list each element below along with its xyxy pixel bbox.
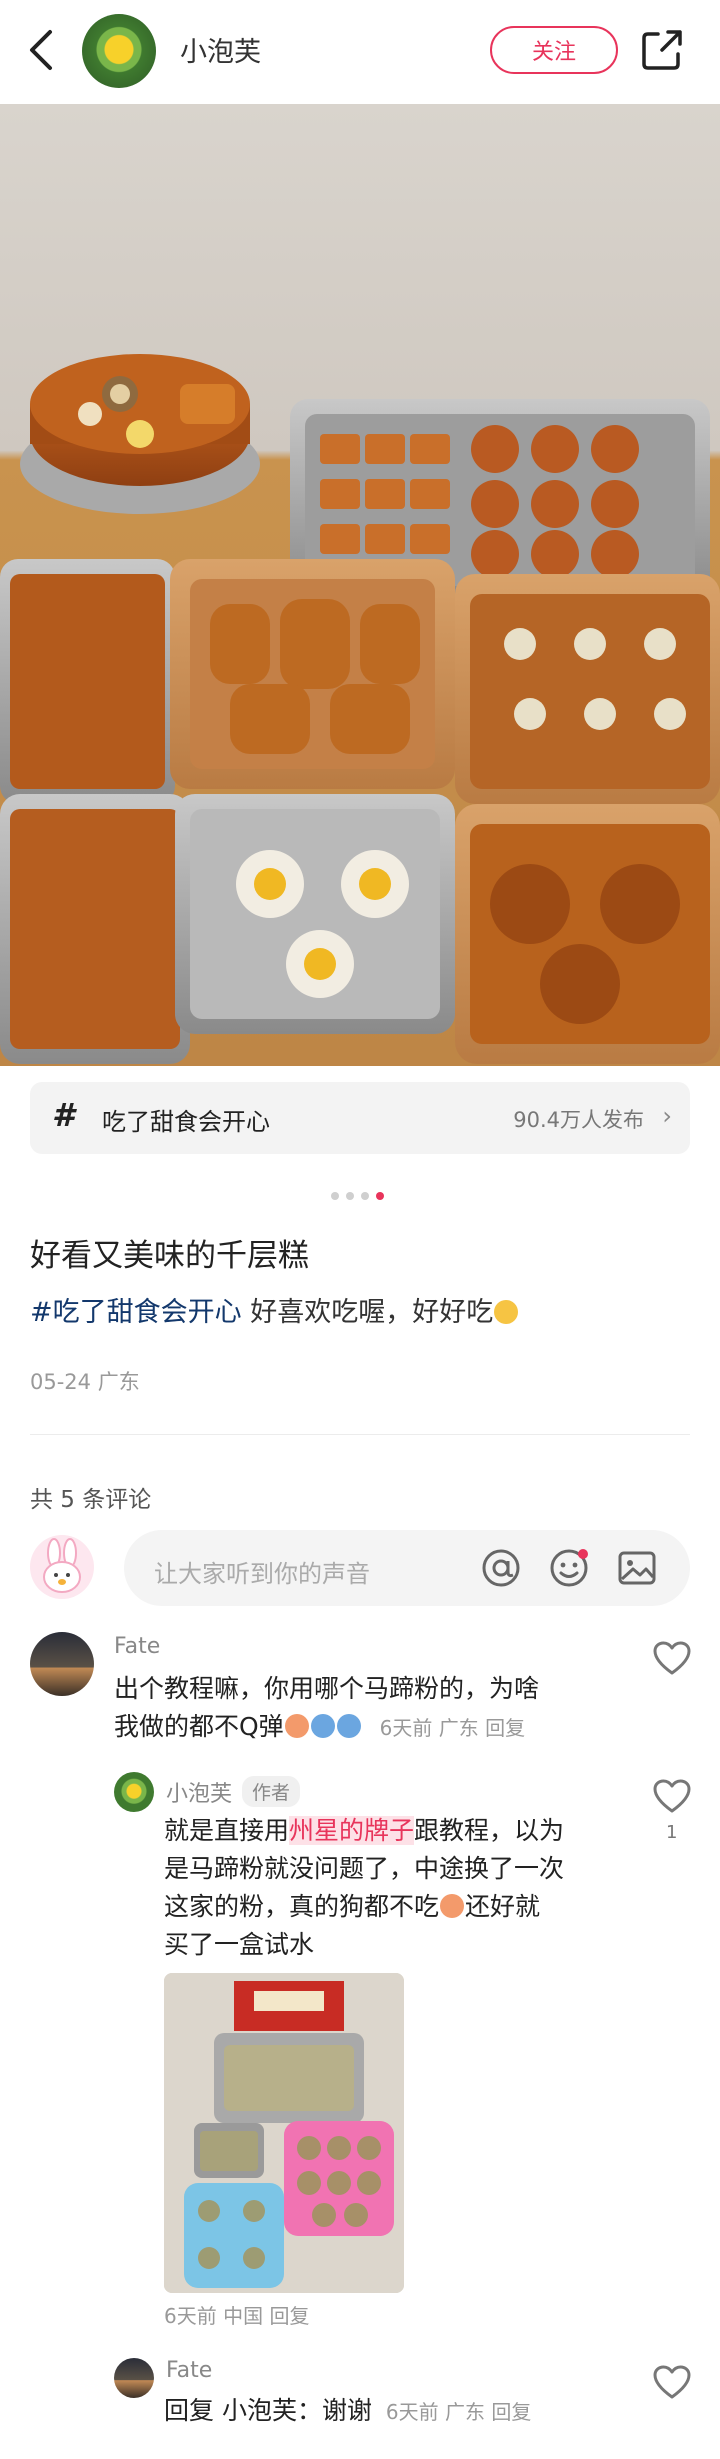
carousel-dot bbox=[346, 1192, 354, 1200]
reply-line-2: 是马蹄粉就没问题了，中途换了一次 bbox=[164, 1854, 565, 1883]
post-body-text: 好喜欢吃喔，好好吃 bbox=[241, 1297, 494, 1328]
reply-author-name[interactable]: 小泡芙 bbox=[166, 1782, 232, 1807]
chevron-right-icon: › bbox=[662, 1102, 672, 1130]
comment-line: 出个教程嘛，你用哪个马蹄粉的，为啥 bbox=[114, 1674, 540, 1703]
back-icon[interactable] bbox=[22, 28, 62, 72]
reply-text-segment: 跟教程，以为 bbox=[414, 1816, 565, 1845]
carousel-indicator bbox=[331, 1192, 384, 1200]
follow-button[interactable]: 关注 bbox=[490, 26, 618, 74]
topic-bar[interactable]: # 吃了甜食会开心 90.4万人发布 › bbox=[30, 1082, 690, 1154]
drooling-face-emoji bbox=[494, 1300, 519, 1324]
like-heart-icon[interactable] bbox=[652, 2364, 692, 2400]
desserts-photo-illustration bbox=[0, 354, 720, 1064]
crying-face-emoji bbox=[284, 1714, 309, 1738]
comment-line-text: 我做的都不Q弹 bbox=[114, 1712, 284, 1741]
topic-count: 90.4万人发布 bbox=[513, 1108, 644, 1132]
reply-text-segment: 还好就 bbox=[465, 1892, 541, 1921]
at-mention-icon[interactable] bbox=[480, 1547, 522, 1589]
reply-line-3: 这家的粉，真的狗都不吃 还好就 bbox=[164, 1888, 564, 1926]
comment-input-placeholder: 让大家听到你的声音 bbox=[154, 1560, 370, 1588]
post-photo[interactable] bbox=[0, 104, 720, 1066]
post-hashtag-link[interactable]: #吃了甜食会开心 bbox=[30, 1297, 242, 1328]
reply2-meta[interactable]: 6天前 广东 回复 bbox=[386, 2400, 531, 2424]
comment-text: 出个教程嘛，你用哪个马蹄粉的，为啥 我做的都不Q弹 6天前 广东 回复 bbox=[114, 1670, 539, 1747]
author-avatar[interactable] bbox=[82, 14, 156, 88]
share-icon[interactable] bbox=[640, 28, 684, 72]
divider bbox=[30, 1434, 690, 1435]
carousel-dot bbox=[361, 1192, 369, 1200]
commenter-avatar[interactable] bbox=[30, 1632, 94, 1696]
reply-author-avatar[interactable] bbox=[114, 1772, 154, 1812]
carousel-dot-active bbox=[376, 1192, 384, 1200]
commenter-name[interactable]: Fate bbox=[114, 1634, 160, 1659]
disgust-face-emoji bbox=[440, 1894, 465, 1918]
reply-meta[interactable]: 6天前 中国 回复 bbox=[164, 2300, 309, 2329]
hashtag-icon: # bbox=[52, 1096, 75, 1134]
comment-meta[interactable]: 6天前 广东 回复 bbox=[380, 1716, 525, 1740]
reply-text-segment: 就是直接用 bbox=[164, 1816, 290, 1845]
comment-count: 共 5 条评论 bbox=[30, 1487, 152, 1513]
reply-photo[interactable] bbox=[164, 1973, 404, 2293]
like-count: 1 bbox=[666, 1822, 678, 1843]
reply-text: 就是直接用州星的牌子跟教程，以为 是马蹄粉就没问题了，中途换了一次 这家的粉，真… bbox=[164, 1812, 564, 1964]
emoji-icon[interactable] bbox=[548, 1547, 590, 1589]
post-meta: 05-24 广东 bbox=[30, 1370, 140, 1394]
author-name[interactable]: 小泡芙 bbox=[180, 30, 261, 69]
reply2-text: 回复 小泡芙：谢谢 bbox=[164, 2396, 372, 2425]
bunny-avatar-icon bbox=[43, 1538, 81, 1593]
post-description: #吃了甜食会开心 好喜欢吃喔，好好吃 bbox=[30, 1290, 519, 1329]
my-avatar bbox=[30, 1535, 94, 1599]
sweat-face-emoji bbox=[310, 1714, 335, 1738]
author-badge: 作者 bbox=[242, 1776, 301, 1807]
reply-line-4: 买了一盒试水 bbox=[164, 1930, 315, 1959]
reply2-name[interactable]: Fate bbox=[166, 2358, 212, 2383]
image-icon[interactable] bbox=[616, 1547, 658, 1589]
sweat-face-emoji bbox=[336, 1714, 361, 1738]
carousel-dot bbox=[331, 1192, 339, 1200]
comment-line-2: 我做的都不Q弹 6天前 广东 回复 bbox=[114, 1708, 539, 1747]
topic-label: 吃了甜食会开心 bbox=[102, 1108, 270, 1136]
like-heart-icon[interactable] bbox=[652, 1778, 692, 1814]
reply-text-segment: 这家的粉，真的狗都不吃 bbox=[164, 1892, 440, 1921]
comment-input[interactable]: 让大家听到你的声音 bbox=[124, 1530, 690, 1606]
reply2-avatar[interactable] bbox=[114, 2358, 154, 2398]
reply-author-name-row: 小泡芙 作者 bbox=[166, 1776, 301, 1808]
highlighted-brand: 州星的牌子 bbox=[289, 1816, 415, 1845]
post-title: 好看又美味的千层糕 bbox=[30, 1238, 309, 1274]
like-heart-icon[interactable] bbox=[652, 1640, 692, 1676]
reply2-row: 回复 小泡芙：谢谢 6天前 广东 回复 bbox=[164, 2392, 531, 2431]
reply-line-1: 就是直接用州星的牌子跟教程，以为 bbox=[164, 1812, 564, 1850]
post-header: 小泡芙 关注 bbox=[0, 0, 720, 104]
reply-photo-illustration bbox=[164, 1973, 404, 2293]
